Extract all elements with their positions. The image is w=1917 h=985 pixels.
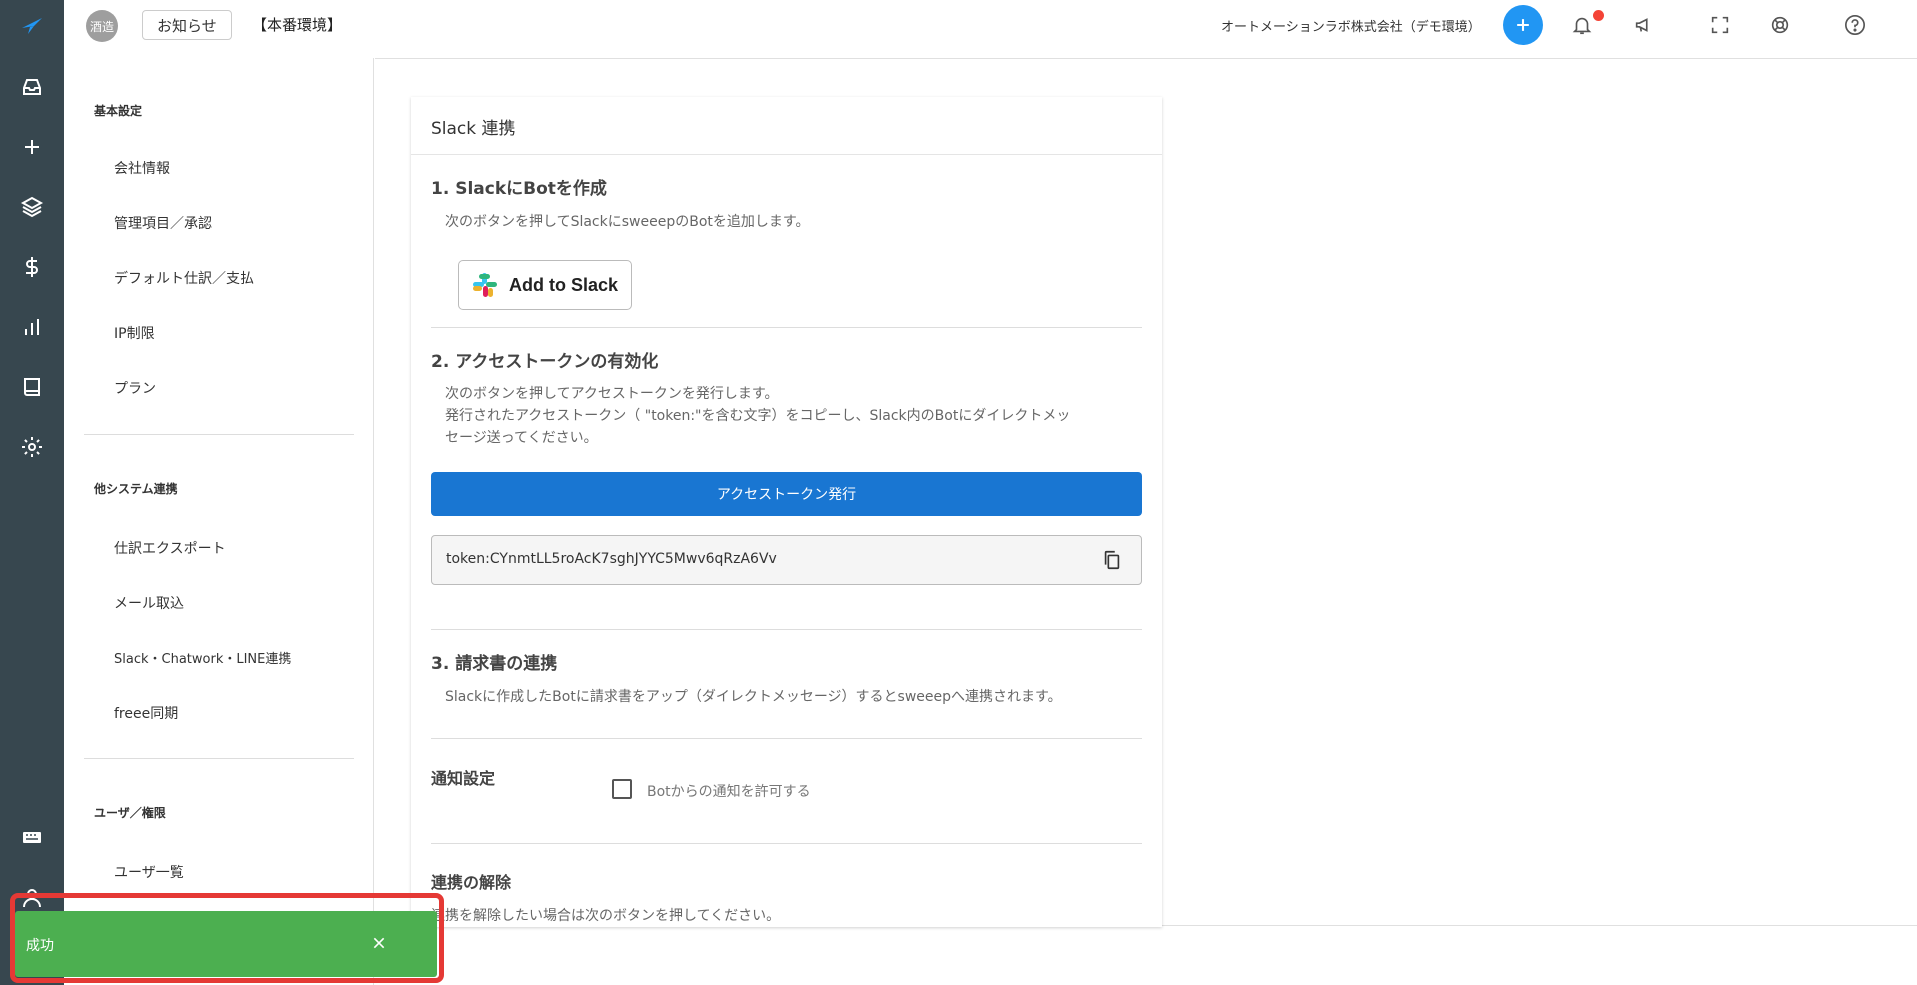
settings-sidebar: 基本設定 会社情報 管理項目／承認 デフォルト仕訳／支払 IP制限 プラン 他シ… <box>64 58 374 985</box>
token-field[interactable]: token:CYnmtLL5roAcK7sghJYYC5Mwv6qRzA6Vv <box>431 535 1142 585</box>
slack-integration-card: Slack 連携 1. SlackにBotを作成 次のボタンを押してSlackに… <box>411 97 1162 927</box>
card-title: Slack 連携 <box>431 119 516 139</box>
section-separator <box>431 843 1142 844</box>
plus-icon <box>1517 19 1529 31</box>
inbox-icon[interactable] <box>0 67 64 107</box>
notification-dot <box>1593 10 1604 21</box>
nav-item-default-journal[interactable]: デフォルト仕訳／支払 <box>114 268 254 288</box>
add-to-slack-label: Add to Slack <box>509 274 619 295</box>
step2-line3: セージ送ってください。 <box>445 430 598 446</box>
nav-item-mail-import[interactable]: メール取込 <box>114 593 184 613</box>
step3-heading: 3. 請求書の連携 <box>431 654 558 674</box>
token-value: token:CYnmtLL5roAcK7sghJYYC5Mwv6qRzA6Vv <box>446 551 777 567</box>
nav-item-management[interactable]: 管理項目／承認 <box>114 213 212 233</box>
nav-section-basic: 基本設定 <box>94 104 143 118</box>
step2-line2: 発行されたアクセストークン（ "token:"を含む文字）をコピーし、Slack… <box>445 408 1071 424</box>
unlink-heading: 連携の解除 <box>431 873 512 892</box>
app-rail <box>0 0 64 985</box>
notice-button[interactable]: お知らせ <box>142 10 232 40</box>
top-bar: 酒造 お知らせ 【本番環境】 オートメーションラボ株式会社（デモ環境） <box>64 0 1917 50</box>
layers-icon[interactable] <box>0 187 64 227</box>
nav-section-integrations: 他システム連携 <box>94 482 178 496</box>
dollar-icon[interactable] <box>0 247 64 287</box>
nav-section-users: ユーザ／権限 <box>94 806 166 820</box>
bot-notification-checkbox[interactable] <box>612 779 632 799</box>
copy-icon[interactable] <box>1101 549 1123 571</box>
env-badge: 酒造 <box>86 10 118 42</box>
close-icon[interactable] <box>367 931 391 955</box>
add-icon[interactable] <box>0 127 64 167</box>
issue-token-button[interactable]: アクセストークン発行 <box>431 472 1142 516</box>
nav-item-plan[interactable]: プラン <box>114 378 156 398</box>
step3-description: Slackに作成したBotに請求書をアップ（ダイレクトメッセージ）するとswee… <box>445 689 1062 705</box>
step1-description: 次のボタンを押してSlackにsweeepのBotを追加します。 <box>445 214 810 230</box>
toast-message: 成功 <box>26 938 54 954</box>
app-logo-icon[interactable] <box>0 6 64 46</box>
nav-divider <box>84 758 354 759</box>
section-separator <box>431 629 1142 630</box>
unlink-description: 連携を解除したい場合は次のボタンを押してください。 <box>431 908 781 924</box>
nav-item-journal-export[interactable]: 仕訳エクスポート <box>114 538 226 558</box>
bot-notification-label: Botからの通知を許可する <box>647 784 811 800</box>
section-separator <box>431 327 1142 328</box>
chart-icon[interactable] <box>0 307 64 347</box>
step2-line1: 次のボタンを押してアクセストークンを発行します。 <box>445 386 779 402</box>
env-label: 【本番環境】 <box>252 16 343 34</box>
card-header: Slack 連携 <box>411 97 1162 155</box>
nav-item-user-list[interactable]: ユーザ一覧 <box>114 862 184 882</box>
nav-item-ip-restriction[interactable]: IP制限 <box>114 323 155 343</box>
nav-item-freee-sync[interactable]: freee同期 <box>114 703 178 723</box>
gear-icon[interactable] <box>0 427 64 467</box>
notify-heading: 通知設定 <box>431 769 496 788</box>
support-icon[interactable] <box>1765 10 1795 40</box>
step1-heading: 1. SlackにBotを作成 <box>431 179 607 199</box>
nav-item-slack-chatwork-line[interactable]: Slack・Chatwork・LINE連携 <box>114 648 291 667</box>
keyboard-icon[interactable] <box>0 817 64 857</box>
company-name[interactable]: オートメーションラボ株式会社（デモ環境） <box>1221 16 1481 35</box>
help-icon[interactable] <box>1840 10 1870 40</box>
megaphone-icon[interactable] <box>1629 10 1659 40</box>
add-to-slack-button[interactable]: Add to Slack <box>458 260 632 310</box>
book-icon[interactable] <box>0 367 64 407</box>
create-button[interactable] <box>1503 5 1543 45</box>
fullscreen-icon[interactable] <box>1705 10 1735 40</box>
nav-item-company[interactable]: 会社情報 <box>114 158 170 178</box>
nav-divider <box>84 434 354 435</box>
section-separator <box>431 738 1142 739</box>
slack-logo-icon <box>473 273 497 297</box>
step2-heading: 2. アクセストークンの有効化 <box>431 352 659 372</box>
success-toast: 成功 <box>15 911 437 977</box>
